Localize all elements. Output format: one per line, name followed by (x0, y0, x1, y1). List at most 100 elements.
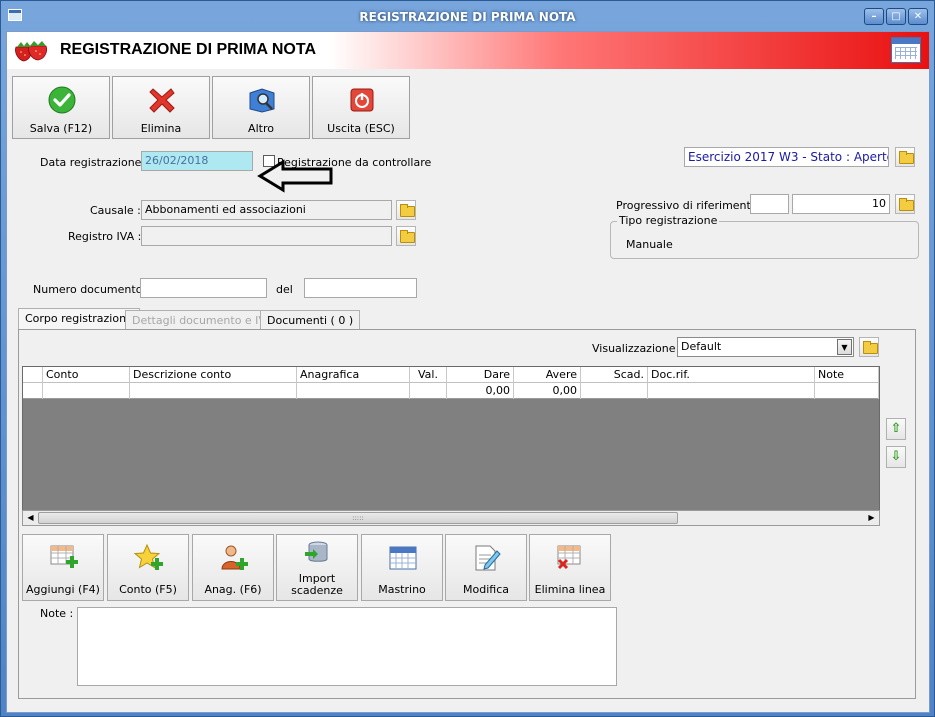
tab-dettagli-documento[interactable]: Dettagli documento e IVA (125, 310, 280, 330)
move-down-button[interactable]: ⇩ (886, 446, 906, 468)
tab-corpo-registrazione[interactable]: Corpo registrazione (18, 308, 140, 330)
power-icon (350, 88, 374, 112)
delete-line-button[interactable]: Elimina linea (529, 534, 611, 601)
tab-panel: Visualizzazione : Default ▼ Conto Descri… (18, 329, 916, 699)
scroll-right-icon[interactable]: ▶ (865, 512, 878, 524)
row-cell-avere[interactable]: 0,00 (514, 383, 581, 399)
add-line-button[interactable]: Aggiungi (F4) (22, 534, 104, 601)
row-cell (23, 383, 43, 399)
view-folder-button[interactable] (859, 337, 879, 357)
account-button[interactable]: Conto (F5) (107, 534, 189, 601)
fiscal-year-folder-button[interactable] (895, 147, 915, 167)
close-button[interactable]: ✕ (908, 8, 928, 25)
calendar-icon (389, 546, 417, 570)
row-cell[interactable] (297, 383, 410, 399)
grid-col-avere[interactable]: Avere (514, 367, 581, 383)
book-search-icon (249, 88, 275, 113)
scroll-left-icon[interactable]: ◀ (24, 512, 37, 524)
save-button[interactable]: Salva (F12) (12, 76, 110, 139)
causale-folder-button[interactable] (396, 200, 416, 220)
window-title: REGISTRAZIONE DI PRIMA NOTA (359, 10, 576, 24)
row-cell[interactable] (648, 383, 815, 399)
notes-textarea[interactable] (77, 607, 617, 686)
row-cell[interactable] (130, 383, 297, 399)
minimize-button[interactable]: – (864, 8, 884, 25)
annotation-arrow-icon (257, 159, 333, 193)
grid-col-docrif[interactable]: Doc.rif. (648, 367, 815, 383)
edit-label: Modifica (463, 583, 509, 596)
header-banner: REGISTRAZIONE DI PRIMA NOTA (7, 32, 929, 69)
registry-button[interactable]: Anag. (F6) (192, 534, 274, 601)
fiscal-year-status: Esercizio 2017 W3 - Stato : Aperto (684, 147, 889, 167)
document-number-input[interactable] (140, 278, 267, 298)
row-cell[interactable] (43, 383, 130, 399)
edit-document-icon (475, 545, 501, 571)
tab-documenti[interactable]: Documenti ( 0 ) (260, 310, 361, 330)
registration-type-value: Manuale (626, 238, 673, 251)
grid-col-scad[interactable]: Scad. (581, 367, 648, 383)
view-select[interactable]: Default ▼ (677, 337, 854, 357)
client-area: REGISTRAZIONE DI PRIMA NOTA Salva (F12) … (6, 31, 930, 713)
user-add-icon (221, 545, 248, 570)
red-x-icon (149, 88, 175, 113)
view-select-value: Default (681, 340, 722, 353)
vat-register-input[interactable] (141, 226, 392, 246)
grid-delete-icon (557, 545, 581, 570)
delete-label: Elimina (140, 122, 182, 135)
row-cell[interactable] (410, 383, 447, 399)
maximize-button[interactable]: □ (886, 8, 906, 25)
grid-col-note[interactable]: Note (815, 367, 879, 383)
grid-col-anagrafica[interactable]: Anagrafica (297, 367, 410, 383)
calendar-icon (891, 37, 921, 63)
grid-col-conto[interactable]: Conto (43, 367, 130, 383)
chevron-down-icon[interactable]: ▼ (837, 339, 852, 355)
view-label: Visualizzazione : (592, 342, 683, 355)
checkmark-icon (48, 86, 76, 114)
exit-button[interactable]: Uscita (ESC) (312, 76, 410, 139)
delete-line-label: Elimina linea (534, 583, 606, 596)
import-deadlines-label: Import scadenze (291, 572, 343, 597)
progressive-prefix-input[interactable] (750, 194, 789, 214)
more-label: Altro (248, 122, 274, 135)
exit-label: Uscita (ESC) (327, 122, 395, 135)
registration-date-input[interactable]: 26/02/2018 (141, 151, 253, 171)
grid-col-selector (23, 367, 43, 383)
grid-col-dare[interactable]: Dare (447, 367, 514, 383)
document-date-label: del (276, 283, 293, 296)
grid-col-descrizione[interactable]: Descrizione conto (130, 367, 297, 383)
progressive-folder-button[interactable] (895, 194, 915, 214)
app-window: REGISTRAZIONE DI PRIMA NOTA – □ ✕ REGIST… (0, 0, 935, 717)
progressive-ref-input[interactable]: 10 (792, 194, 890, 214)
delete-button[interactable]: Elimina (112, 76, 210, 139)
ledger-label: Mastrino (378, 583, 426, 596)
star-add-icon (133, 543, 163, 570)
edit-button[interactable]: Modifica (445, 534, 527, 601)
database-import-icon (305, 541, 328, 562)
strawberry-icon (15, 41, 47, 62)
row-cell-dare[interactable]: 0,00 (447, 383, 514, 399)
document-number-label: Numero documento : (33, 283, 150, 296)
save-label: Salva (F12) (29, 122, 93, 135)
import-deadlines-button[interactable]: Import scadenze (276, 534, 358, 601)
progressive-ref-label: Progressivo di riferimento : (616, 199, 765, 212)
causale-input[interactable]: Abbonamenti ed associazioni (141, 200, 392, 220)
horizontal-scrollbar[interactable]: ◀ ::::: ▶ (22, 510, 880, 526)
title-bar[interactable]: REGISTRAZIONE DI PRIMA NOTA – □ ✕ (1, 1, 934, 29)
row-cell[interactable] (815, 383, 879, 399)
ledger-button[interactable]: Mastrino (361, 534, 443, 601)
registry-label: Anag. (F6) (204, 583, 262, 596)
move-up-button[interactable]: ⇧ (886, 418, 906, 440)
registration-type-label: Tipo registrazione (617, 214, 720, 227)
document-date-input[interactable] (304, 278, 417, 298)
scroll-thumb[interactable]: ::::: (38, 512, 678, 524)
more-button[interactable]: Altro (212, 76, 310, 139)
grid-add-icon (50, 545, 78, 568)
add-line-label: Aggiungi (F4) (26, 583, 100, 596)
row-cell[interactable] (581, 383, 648, 399)
entries-grid[interactable]: Conto Descrizione conto Anagrafica Val. … (22, 366, 880, 526)
grid-col-val[interactable]: Val. (410, 367, 447, 383)
registration-date-label: Data registrazione : (40, 156, 149, 169)
grid-header: Conto Descrizione conto Anagrafica Val. … (23, 367, 879, 383)
table-row[interactable]: 0,00 0,00 (23, 383, 879, 399)
vat-register-folder-button[interactable] (396, 226, 416, 246)
